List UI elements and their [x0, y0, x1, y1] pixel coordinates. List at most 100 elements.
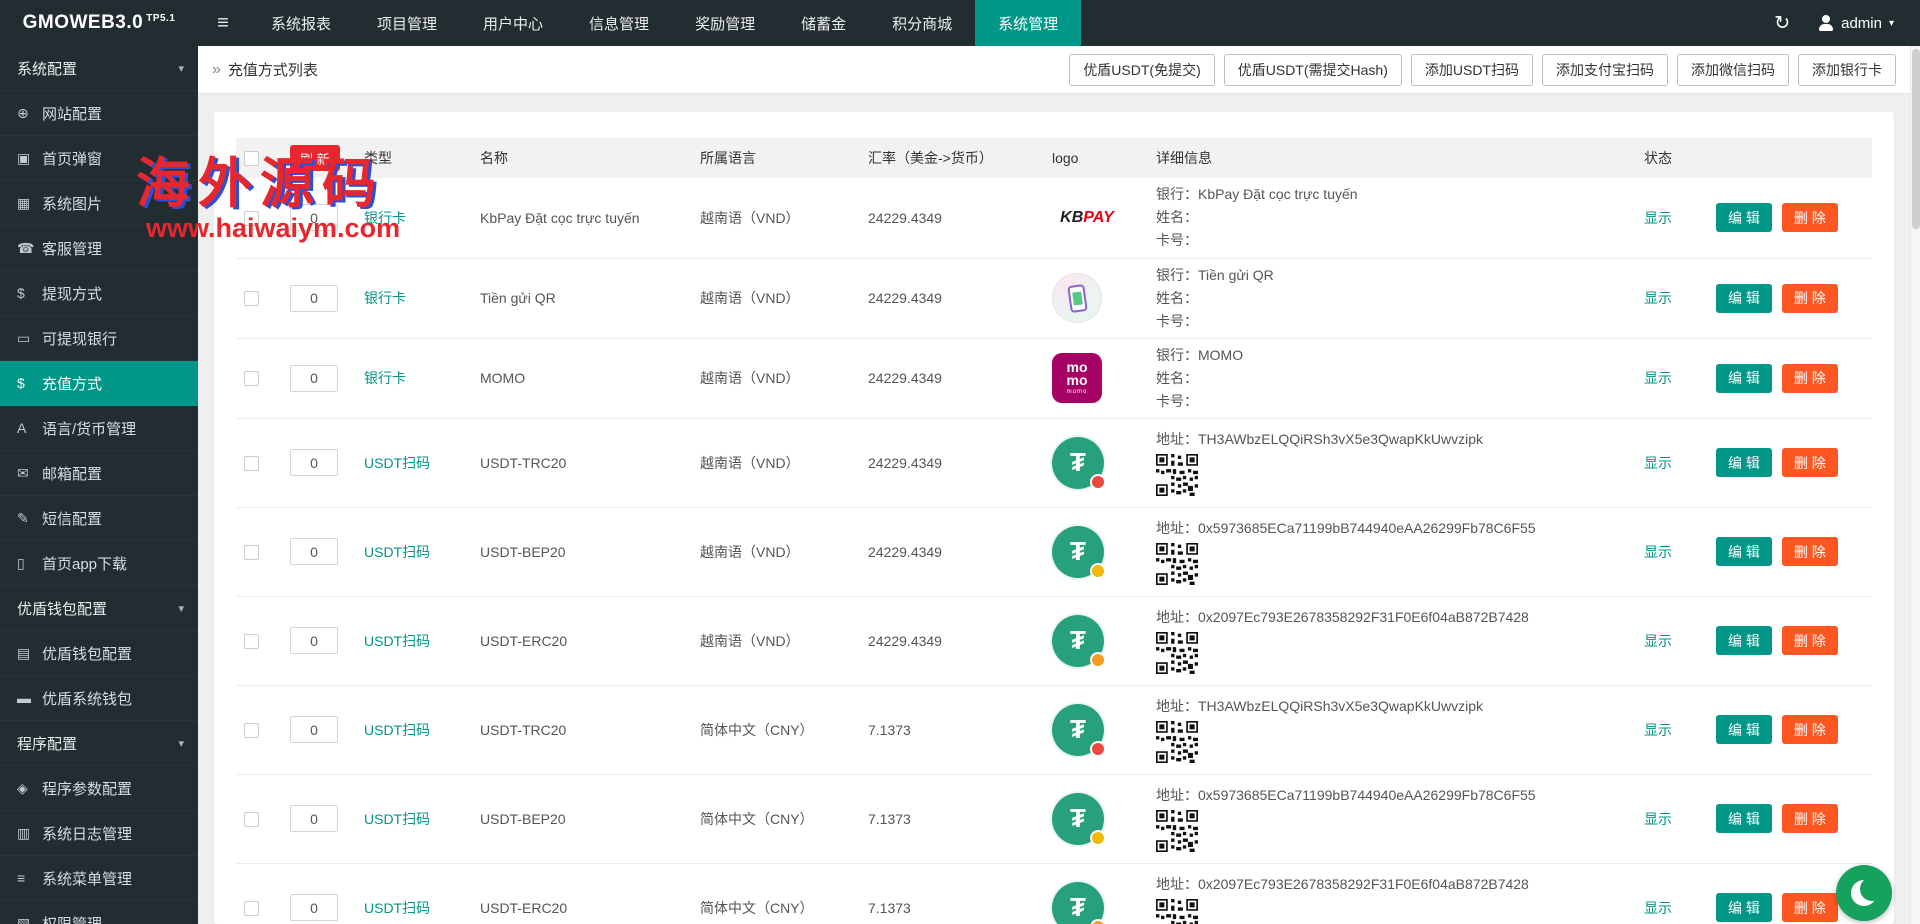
edit-button[interactable]: 编 辑: [1716, 363, 1772, 393]
delete-button[interactable]: 删 除: [1781, 363, 1838, 393]
table-row: USDT扫码 USDT-ERC20 简体中文（CNY） 7.1373 ₮ 地址：…: [236, 863, 1872, 924]
admin-menu[interactable]: admin ▾: [1818, 15, 1894, 32]
nav-item[interactable]: 系统报表: [248, 0, 354, 46]
hamburger-icon[interactable]: ≡: [198, 0, 248, 46]
sort-input[interactable]: [290, 627, 338, 654]
sidebar-item[interactable]: ▦ 系统图片: [0, 181, 198, 226]
sidebar-item[interactable]: ⊕ 网站配置: [0, 91, 198, 136]
edit-button[interactable]: 编 辑: [1716, 448, 1772, 477]
toolbar-button[interactable]: 添加支付宝扫码: [1542, 53, 1668, 86]
status-toggle[interactable]: 显示: [1644, 900, 1672, 916]
nav-item[interactable]: 项目管理: [354, 0, 460, 46]
vertical-scrollbar[interactable]: [1910, 46, 1920, 924]
edit-button[interactable]: 编 辑: [1716, 804, 1772, 833]
nav-item[interactable]: 储蓄金: [778, 0, 869, 46]
refresh-icon[interactable]: ↻: [1774, 12, 1790, 35]
delete-button[interactable]: 删 除: [1781, 626, 1838, 655]
sidebar-item[interactable]: ▥ 系统日志管理: [0, 811, 198, 856]
nav-item[interactable]: 积分商城: [869, 0, 975, 46]
sidebar-item[interactable]: ▧ 权限管理: [0, 901, 198, 924]
toolbar-button[interactable]: 优盾USDT(需提交Hash): [1223, 53, 1402, 86]
sidebar-item[interactable]: 优盾钱包配置 ▾: [0, 586, 198, 631]
delete-button[interactable]: 删 除: [1781, 448, 1838, 477]
scrollbar-thumb[interactable]: [1912, 49, 1920, 229]
nav-item[interactable]: 用户中心: [460, 0, 566, 46]
toolbar-button[interactable]: 添加银行卡: [1798, 53, 1896, 86]
floating-action-button[interactable]: [1836, 865, 1892, 921]
sidebar-item[interactable]: ▯ 首页app下载: [0, 541, 198, 586]
row-checkbox[interactable]: [244, 291, 259, 307]
sidebar-item[interactable]: ☎ 客服管理: [0, 226, 198, 271]
language-label: 简体中文（CNY）: [700, 899, 814, 916]
sidebar-item[interactable]: ▬ 优盾系统钱包: [0, 676, 198, 721]
select-all-checkbox[interactable]: [244, 151, 259, 167]
sidebar-item[interactable]: $ 充值方式: [0, 361, 198, 406]
language-label: 越南语（VND）: [700, 543, 800, 560]
delete-button[interactable]: 删 除: [1781, 715, 1838, 744]
sort-input[interactable]: [290, 805, 338, 832]
edit-button[interactable]: 编 辑: [1716, 283, 1772, 313]
nav-item[interactable]: 系统管理: [975, 0, 1082, 46]
edit-button[interactable]: 编 辑: [1716, 626, 1772, 655]
sidebar-item[interactable]: ▣ 首页弹窗: [0, 136, 198, 181]
status-toggle[interactable]: 显示: [1644, 811, 1672, 827]
status-toggle[interactable]: 显示: [1644, 370, 1672, 386]
sort-input[interactable]: [290, 449, 338, 476]
status-toggle[interactable]: 显示: [1644, 455, 1672, 471]
toolbar-button[interactable]: 添加USDT扫码: [1410, 53, 1533, 86]
delete-button[interactable]: 删 除: [1781, 203, 1838, 233]
language-label: 越南语（VND）: [700, 290, 800, 306]
sort-input[interactable]: [290, 716, 338, 743]
row-checkbox[interactable]: [244, 544, 259, 560]
status-toggle[interactable]: 显示: [1644, 210, 1672, 226]
sort-input[interactable]: [290, 204, 338, 232]
status-toggle[interactable]: 显示: [1644, 633, 1672, 649]
row-checkbox[interactable]: [244, 722, 259, 738]
sort-input[interactable]: [290, 894, 338, 921]
nav-item[interactable]: 信息管理: [566, 0, 672, 46]
sidebar-item[interactable]: 程序配置 ▾: [0, 721, 198, 766]
detail-card: 卡号：: [1156, 312, 1198, 329]
rate-value: 7.1373: [868, 721, 911, 738]
sort-input[interactable]: [290, 538, 338, 565]
delete-button[interactable]: 删 除: [1781, 283, 1838, 313]
row-checkbox[interactable]: [244, 211, 259, 227]
sidebar-item[interactable]: ✎ 短信配置: [0, 496, 198, 541]
sort-input[interactable]: [290, 364, 338, 392]
sidebar-item[interactable]: ◈ 程序参数配置: [0, 766, 198, 811]
toolbar-button[interactable]: 优盾USDT(免提交): [1069, 53, 1215, 86]
delete-button[interactable]: 删 除: [1781, 804, 1838, 833]
method-name: USDT-TRC20: [480, 721, 567, 738]
sidebar-item[interactable]: ▭ 可提现银行: [0, 316, 198, 361]
sidebar-item[interactable]: ✉ 邮箱配置: [0, 451, 198, 496]
qr-code: [1156, 721, 1198, 763]
edit-button[interactable]: 编 辑: [1716, 893, 1772, 922]
edit-button[interactable]: 编 辑: [1716, 203, 1772, 233]
status-toggle[interactable]: 显示: [1644, 544, 1672, 560]
sort-input[interactable]: [290, 284, 338, 312]
sidebar-item[interactable]: ▤ 优盾钱包配置: [0, 631, 198, 676]
network-badge: [1090, 473, 1106, 490]
status-toggle[interactable]: 显示: [1644, 290, 1672, 306]
sidebar-item[interactable]: ≡ 系统菜单管理: [0, 856, 198, 901]
edit-button[interactable]: 编 辑: [1716, 715, 1772, 744]
delete-button[interactable]: 删 除: [1781, 893, 1838, 922]
edit-button[interactable]: 编 辑: [1716, 537, 1772, 566]
network-badge: [1090, 740, 1106, 757]
toolbar-button[interactable]: 添加微信扫码: [1677, 53, 1789, 86]
header-details: 详细信息: [1148, 138, 1636, 178]
sidebar-item[interactable]: $ 提现方式: [0, 271, 198, 316]
sidebar-item-icon: ☎: [17, 239, 35, 256]
nav-item[interactable]: 奖励管理: [672, 0, 778, 46]
row-checkbox[interactable]: [244, 455, 259, 471]
delete-button[interactable]: 删 除: [1781, 537, 1838, 566]
sidebar-item[interactable]: 系统配置 ▾: [0, 46, 198, 91]
row-checkbox[interactable]: [244, 900, 259, 916]
refresh-button[interactable]: 刷 新: [290, 145, 340, 171]
row-checkbox[interactable]: [244, 371, 259, 387]
sidebar-item[interactable]: A 语言/货币管理: [0, 406, 198, 451]
row-checkbox[interactable]: [244, 633, 259, 649]
status-toggle[interactable]: 显示: [1644, 722, 1672, 738]
row-checkbox[interactable]: [244, 811, 259, 827]
language-label: 简体中文（CNY）: [700, 721, 814, 738]
